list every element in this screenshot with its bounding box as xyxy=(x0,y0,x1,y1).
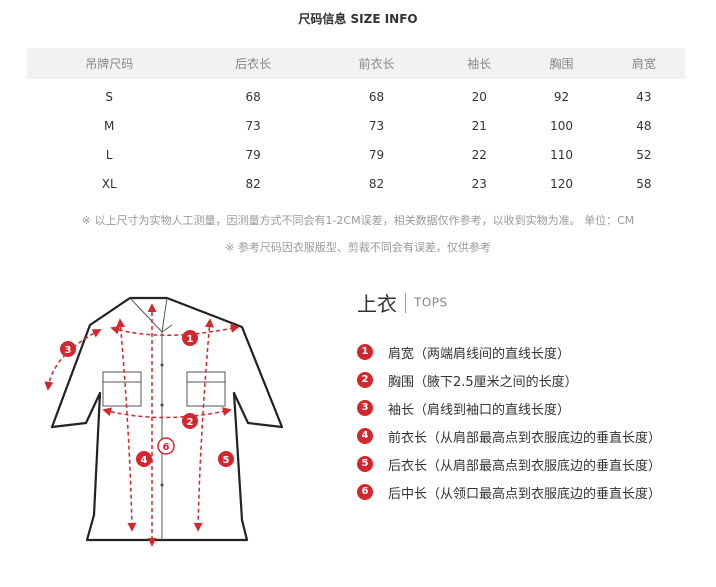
shirt-measurement-diagram: 1 2 3 4 5 6 xyxy=(44,296,284,547)
legend-number-badge: 4 xyxy=(357,428,373,444)
table-cell: 82 xyxy=(368,176,385,191)
table-cell: 43 xyxy=(636,89,652,104)
table-cell: 21 xyxy=(471,118,487,133)
table-cell: 68 xyxy=(245,89,261,104)
legend-text: 前衣长（从肩部最高点到衣服底边的垂直长度） xyxy=(388,430,662,446)
list-item: 1 肩宽（两端肩线间的直线长度） xyxy=(357,338,661,366)
diagram-badge-3: 3 xyxy=(60,341,76,357)
table-row: XL 82 82 23 120 58 xyxy=(27,169,685,198)
table-cell: 82 xyxy=(245,176,261,191)
table-cell: 73 xyxy=(368,118,385,133)
tops-title-en: TOPS xyxy=(414,295,448,310)
list-item: 3 袖长（肩线到袖口的直线长度） xyxy=(357,394,661,422)
size-table: 吊牌尺码 后衣长 前衣长 袖长 胸围 肩宽 S 68 68 20 92 43 M… xyxy=(27,48,685,198)
table-row: S 68 68 20 92 43 xyxy=(27,79,685,111)
list-item: 4 前衣长（从肩部最高点到衣服底边的垂直长度） xyxy=(357,422,661,450)
svg-text:6: 6 xyxy=(163,442,170,453)
shirt-outline xyxy=(50,296,284,542)
list-item: 5 后衣长（从肩部最高点到衣服底边的垂直长度） xyxy=(357,450,661,478)
diagram-badge-6: 6 xyxy=(157,437,175,455)
table-cell: 52 xyxy=(636,147,652,162)
svg-text:2: 2 xyxy=(187,417,194,428)
table-row: M 73 73 21 100 48 xyxy=(27,111,685,140)
legend-text: 后中长（从领口最高点到衣服底边的垂直长度） xyxy=(388,486,662,502)
header-cell: 前衣长 xyxy=(314,48,439,79)
svg-text:4: 4 xyxy=(141,455,148,466)
table-cell: M xyxy=(104,118,115,133)
measurement-note: ※ 以上尺寸为实物人工测量，因测量方式不同会有1-2CM误差，相关数据仅作参考，… xyxy=(81,214,635,227)
legend-number-badge: 2 xyxy=(357,372,373,388)
measurement-legend: 1 肩宽（两端肩线间的直线长度） 2 胸围（腋下2.5厘米之间的长度） 3 袖长（肩线… xyxy=(357,338,661,506)
legend-text: 袖长（肩线到袖口的直线长度） xyxy=(388,402,571,418)
header-cell: 肩宽 xyxy=(602,48,685,79)
svg-text:5: 5 xyxy=(223,455,230,466)
table-cell: 20 xyxy=(471,89,487,104)
table-cell: 100 xyxy=(550,118,574,133)
table-cell: 48 xyxy=(636,118,652,133)
table-header-row: 吊牌尺码 后衣长 前衣长 袖长 胸围 肩宽 xyxy=(27,48,685,79)
tops-title-zh: 上衣 xyxy=(357,292,397,316)
list-item: 2 胸围（腋下2.5厘米之间的长度） xyxy=(357,366,661,394)
table-row: L 79 79 22 110 52 xyxy=(27,140,685,169)
diagram-badge-2: 2 xyxy=(182,413,198,429)
table-cell: 92 xyxy=(553,89,570,104)
table-cell: 68 xyxy=(368,89,385,104)
header-cell: 胸围 xyxy=(520,48,603,79)
table-cell: 120 xyxy=(550,176,574,191)
table-cell: L xyxy=(105,147,113,162)
table-cell: 73 xyxy=(245,118,261,133)
legend-number-badge: 6 xyxy=(357,484,373,500)
tops-heading: 上衣 TOPS xyxy=(357,288,448,316)
diagram-badge-4: 4 xyxy=(136,451,152,467)
legend-text: 肩宽（两端肩线间的直线长度） xyxy=(388,346,571,362)
table-cell: XL xyxy=(101,176,117,191)
size-reference-note: ※ 参考尺码因衣服版型、剪裁不同会有误差，仅供参考 xyxy=(225,241,491,254)
table-cell: 23 xyxy=(471,176,487,191)
page-title: 尺码信息 SIZE INFO xyxy=(298,12,418,26)
legend-number-badge: 3 xyxy=(357,400,373,416)
legend-text: 后衣长（从肩部最高点到衣服底边的垂直长度） xyxy=(388,458,662,474)
table-cell: 79 xyxy=(368,147,385,162)
legend-number-badge: 5 xyxy=(357,456,373,472)
svg-text:3: 3 xyxy=(65,345,72,356)
svg-text:1: 1 xyxy=(187,334,194,345)
table-cell: 22 xyxy=(471,147,487,162)
header-cell: 后衣长 xyxy=(191,48,315,79)
diagram-badge-5: 5 xyxy=(218,451,234,467)
table-cell: 110 xyxy=(550,147,574,162)
legend-text: 胸围（腋下2.5厘米之间的长度） xyxy=(388,374,578,390)
table-cell: 79 xyxy=(245,147,261,162)
heading-divider xyxy=(405,292,406,313)
table-cell: 58 xyxy=(636,176,652,191)
list-item: 6 后中长（从领口最高点到衣服底边的垂直长度） xyxy=(357,478,661,506)
legend-number-badge: 1 xyxy=(357,344,373,360)
header-cell: 袖长 xyxy=(438,48,521,79)
header-cell: 吊牌尺码 xyxy=(27,48,192,79)
diagram-badge-1: 1 xyxy=(182,330,198,346)
table-cell: S xyxy=(105,89,114,104)
